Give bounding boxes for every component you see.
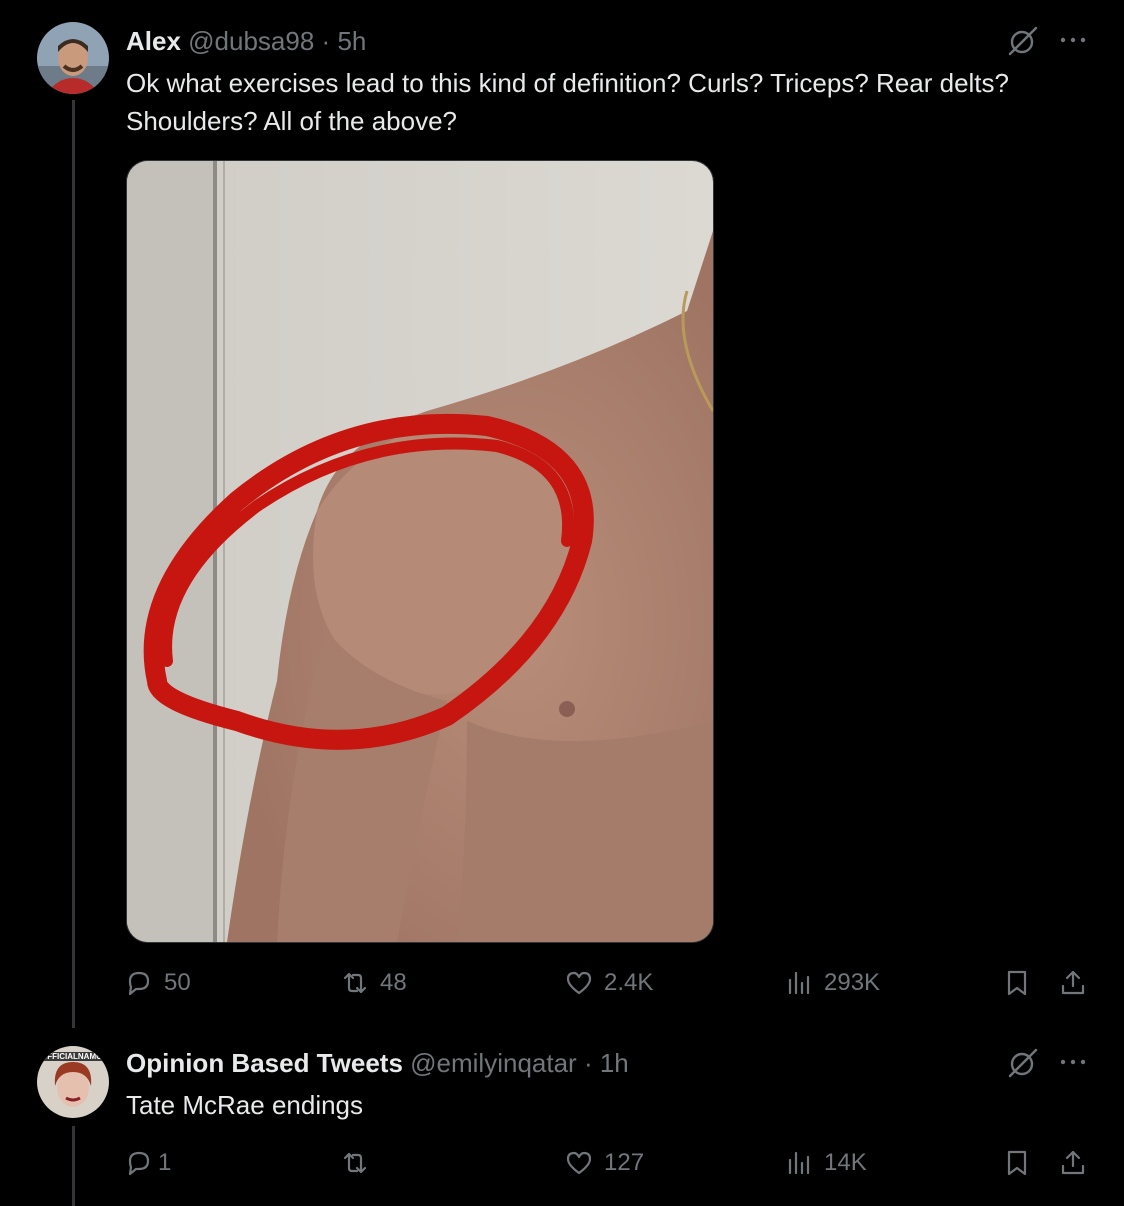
views-icon bbox=[788, 971, 810, 995]
tweet-image[interactable] bbox=[126, 160, 714, 943]
display-name[interactable]: Opinion Based Tweets bbox=[126, 1048, 403, 1078]
share-button[interactable] bbox=[1058, 1148, 1088, 1178]
reply-icon bbox=[128, 971, 150, 996]
thread-line bbox=[72, 1126, 75, 1206]
bookmark-button[interactable] bbox=[1002, 1148, 1032, 1178]
views-count: 14K bbox=[824, 1149, 867, 1176]
timestamp[interactable]: 5h bbox=[337, 26, 366, 56]
grok-icon[interactable] bbox=[1006, 24, 1040, 63]
more-icon[interactable] bbox=[1058, 1052, 1088, 1077]
reply-count: 50 bbox=[164, 969, 191, 996]
avatar[interactable] bbox=[37, 22, 109, 94]
repost-button[interactable] bbox=[340, 1148, 380, 1178]
reply-icon bbox=[128, 1151, 150, 1176]
timestamp[interactable]: 1h bbox=[600, 1048, 629, 1078]
views-button[interactable]: 14K bbox=[784, 1148, 867, 1178]
separator: · bbox=[583, 1048, 593, 1078]
views-count: 293K bbox=[824, 969, 881, 996]
avatar-image bbox=[37, 22, 109, 94]
grok-icon[interactable] bbox=[1006, 1046, 1040, 1085]
photo-shoulder bbox=[127, 161, 713, 942]
share-button[interactable] bbox=[1058, 968, 1088, 998]
repost-icon bbox=[343, 1152, 367, 1174]
share-icon bbox=[1061, 1150, 1085, 1175]
thread-line bbox=[72, 100, 75, 1028]
bookmark-icon bbox=[1007, 1150, 1027, 1176]
tweet-alex[interactable]: Alex @dubsa98 · 5h Ok what exercises lea… bbox=[0, 0, 1124, 1030]
reply-button[interactable]: 1 bbox=[124, 1148, 171, 1178]
tweet-header: Opinion Based Tweets @emilyinqatar · 1h bbox=[126, 1048, 629, 1079]
repost-count: 48 bbox=[380, 969, 407, 996]
like-icon bbox=[566, 971, 592, 995]
tweet-text: Tate McRae endings bbox=[126, 1090, 364, 1120]
repost-icon bbox=[343, 972, 367, 994]
tweet-header: Alex @dubsa98 · 5h bbox=[126, 26, 366, 57]
share-icon bbox=[1061, 970, 1085, 995]
bookmark-button[interactable] bbox=[1002, 968, 1032, 998]
views-icon bbox=[788, 1151, 810, 1175]
avatar[interactable]: OFFICIALNAMOUR bbox=[37, 1046, 109, 1118]
views-button[interactable]: 293K bbox=[784, 968, 880, 998]
like-button[interactable]: 127 bbox=[564, 1148, 644, 1178]
bookmark-icon bbox=[1007, 970, 1027, 996]
repost-button[interactable]: 48 bbox=[340, 968, 407, 998]
handle[interactable]: @emilyinqatar bbox=[410, 1048, 577, 1078]
like-button[interactable]: 2.4K bbox=[564, 968, 653, 998]
avatar-badge: OFFICIALNAMOUR bbox=[41, 1052, 105, 1061]
reply-count: 1 bbox=[158, 1149, 172, 1176]
like-icon bbox=[566, 1151, 592, 1175]
reply-button[interactable]: 50 bbox=[124, 968, 191, 998]
like-count: 2.4K bbox=[604, 969, 654, 996]
handle[interactable]: @dubsa98 bbox=[188, 26, 314, 56]
separator: · bbox=[321, 26, 331, 56]
tweet-text: Ok what exercises lead to this kind of d… bbox=[126, 68, 1009, 136]
display-name[interactable]: Alex bbox=[126, 26, 181, 56]
more-icon[interactable] bbox=[1058, 30, 1088, 55]
like-count: 127 bbox=[604, 1149, 645, 1176]
tweet-opinion-based[interactable]: OFFICIALNAMOUR Opinion Based Tweets @emi… bbox=[0, 1030, 1124, 1206]
